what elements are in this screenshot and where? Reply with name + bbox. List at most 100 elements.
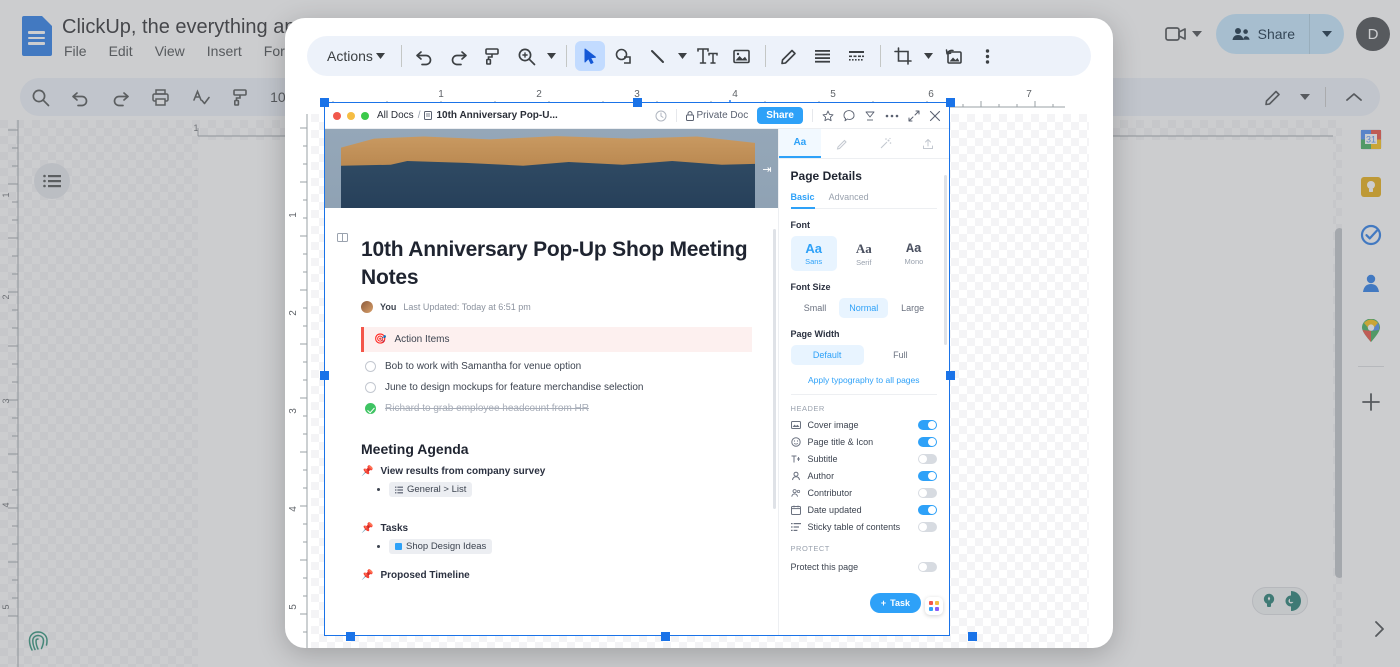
document-outline-button[interactable] xyxy=(34,163,70,199)
link-chip[interactable]: General > List xyxy=(389,482,472,497)
toggle-switch[interactable] xyxy=(918,562,937,572)
menu-view[interactable]: View xyxy=(155,43,185,59)
redo-button[interactable] xyxy=(103,80,137,114)
list-item[interactable]: Richard to grab employee headcount from … xyxy=(361,398,752,419)
pencil-tool-button[interactable] xyxy=(774,41,804,71)
resize-handle-nw[interactable] xyxy=(320,98,329,107)
apps-grid-button[interactable] xyxy=(925,597,943,615)
add-task-button[interactable]: + Task xyxy=(870,593,921,613)
author-avatar[interactable] xyxy=(361,301,373,313)
window-close-dot[interactable] xyxy=(333,112,341,120)
line-tool-button[interactable] xyxy=(643,41,673,71)
font-size-normal[interactable]: Normal xyxy=(839,298,888,318)
document-scrollbar[interactable] xyxy=(773,229,776,509)
meet-button[interactable] xyxy=(1157,20,1210,48)
page-title[interactable]: 10th Anniversary Pop-Up Shop Meeting Not… xyxy=(361,236,752,291)
task-chip[interactable]: Shop Design Ideas xyxy=(389,539,492,554)
toggle-row-subtitle[interactable]: Subtitle xyxy=(791,454,937,464)
font-option-sans[interactable]: Aa Sans xyxy=(791,236,837,271)
subscribe-icon[interactable] xyxy=(864,110,876,122)
toggle-row-cover-image[interactable]: Cover image xyxy=(791,420,937,430)
comment-icon[interactable] xyxy=(843,110,855,122)
font-option-serif[interactable]: Aa Serif xyxy=(841,236,887,271)
window-minimize-dot[interactable] xyxy=(347,112,355,120)
toggle-switch[interactable] xyxy=(918,488,937,498)
checkbox-unchecked-icon[interactable] xyxy=(365,382,376,393)
clickup-share-button[interactable]: Share xyxy=(757,107,803,124)
maps-icon[interactable] xyxy=(1358,318,1384,344)
line-weight-button[interactable] xyxy=(808,41,838,71)
cover-reposition-icon[interactable]: ⇥ xyxy=(762,163,771,176)
toggle-row-date-updated[interactable]: Date updated xyxy=(791,505,937,515)
grammarly-widget[interactable] xyxy=(1252,587,1308,615)
toggle-switch[interactable] xyxy=(918,437,937,447)
paint-format-button[interactable] xyxy=(223,80,257,114)
actions-menu-button[interactable]: Actions xyxy=(313,40,395,72)
cover-image[interactable]: ⇥ xyxy=(325,129,778,208)
close-icon[interactable] xyxy=(929,110,941,122)
list-item[interactable]: June to design mockups for feature merch… xyxy=(361,377,752,398)
toggle-row-page-title[interactable]: Page title & Icon xyxy=(791,437,937,447)
resize-handle-w[interactable] xyxy=(320,371,329,380)
agenda-heading[interactable]: Meeting Agenda xyxy=(361,441,752,457)
drawing-paint-format-button[interactable] xyxy=(478,41,508,71)
font-option-mono[interactable]: Aa Mono xyxy=(891,236,937,271)
share-button[interactable]: Share xyxy=(1216,14,1344,54)
font-size-large[interactable]: Large xyxy=(888,298,937,318)
print-button[interactable] xyxy=(143,80,177,114)
drag-handle-icon[interactable] xyxy=(337,232,348,246)
agenda-subitem[interactable]: General > List xyxy=(361,482,752,497)
select-tool-button[interactable] xyxy=(575,41,605,71)
breadcrumb-root[interactable]: All Docs xyxy=(377,110,414,121)
fullscreen-icon[interactable] xyxy=(908,110,920,122)
replace-image-button[interactable] xyxy=(939,41,969,71)
action-items-callout[interactable]: 🎯 Action Items xyxy=(361,327,752,352)
menu-file[interactable]: File xyxy=(64,43,87,59)
resize-handle-se[interactable] xyxy=(968,632,977,641)
list-item[interactable]: Bob to work with Samantha for venue opti… xyxy=(361,356,752,377)
calendar-icon[interactable]: 31 xyxy=(1358,126,1384,152)
line-dash-button[interactable] xyxy=(842,41,872,71)
resize-handle-ne[interactable] xyxy=(946,98,955,107)
toggle-row-author[interactable]: Author xyxy=(791,471,937,481)
page-width-full[interactable]: Full xyxy=(864,345,937,365)
expand-sidepanel-button[interactable] xyxy=(1374,620,1386,643)
toggle-row-sticky-toc[interactable]: Sticky table of contents xyxy=(791,522,937,532)
privacy-indicator[interactable]: Private Doc xyxy=(686,110,749,121)
toggle-switch[interactable] xyxy=(918,471,937,481)
line-dropdown[interactable] xyxy=(675,53,691,59)
subtab-basic[interactable]: Basic xyxy=(791,192,815,202)
checkbox-unchecked-icon[interactable] xyxy=(365,361,376,372)
menu-format[interactable]: For xyxy=(264,43,285,59)
resize-handle-e[interactable] xyxy=(946,371,955,380)
font-size-small[interactable]: Small xyxy=(791,298,840,318)
more-options-button[interactable] xyxy=(973,41,1003,71)
menu-edit[interactable]: Edit xyxy=(109,43,133,59)
undo-button[interactable] xyxy=(63,80,97,114)
agenda-item[interactable]: 📌 View results from company survey xyxy=(361,466,752,477)
agenda-item[interactable]: 📌 Tasks xyxy=(361,523,752,534)
subtab-advanced[interactable]: Advanced xyxy=(829,192,869,202)
share-dropdown[interactable] xyxy=(1310,14,1344,54)
crop-dropdown[interactable] xyxy=(921,53,937,59)
toggle-switch[interactable] xyxy=(918,420,937,430)
window-maximize-dot[interactable] xyxy=(361,112,369,120)
document-title[interactable]: ClickUp, the everything ap xyxy=(62,16,295,39)
agenda-item[interactable]: 📌 Proposed Timeline xyxy=(361,570,752,581)
star-icon[interactable] xyxy=(822,110,834,122)
toggle-row-protect-page[interactable]: Protect this page xyxy=(791,562,937,572)
collapse-toolbar-button[interactable] xyxy=(1337,80,1371,114)
shapes-tool-button[interactable] xyxy=(609,41,639,71)
toggle-switch[interactable] xyxy=(918,505,937,515)
tab-magic[interactable] xyxy=(864,129,907,158)
toggle-switch[interactable] xyxy=(918,522,937,532)
tab-pen[interactable] xyxy=(821,129,864,158)
editing-mode-dropdown[interactable] xyxy=(1296,80,1314,114)
text-box-tool-button[interactable] xyxy=(693,41,723,71)
resize-handle-n[interactable] xyxy=(633,98,642,107)
image-tool-button[interactable] xyxy=(727,41,757,71)
add-icon[interactable] xyxy=(1358,389,1384,415)
page-width-default[interactable]: Default xyxy=(791,345,864,365)
clickup-screenshot-object[interactable]: All Docs / 10th Anniversary Pop-U... xyxy=(324,102,950,636)
apply-typography-link[interactable]: Apply typography to all pages xyxy=(791,375,937,395)
